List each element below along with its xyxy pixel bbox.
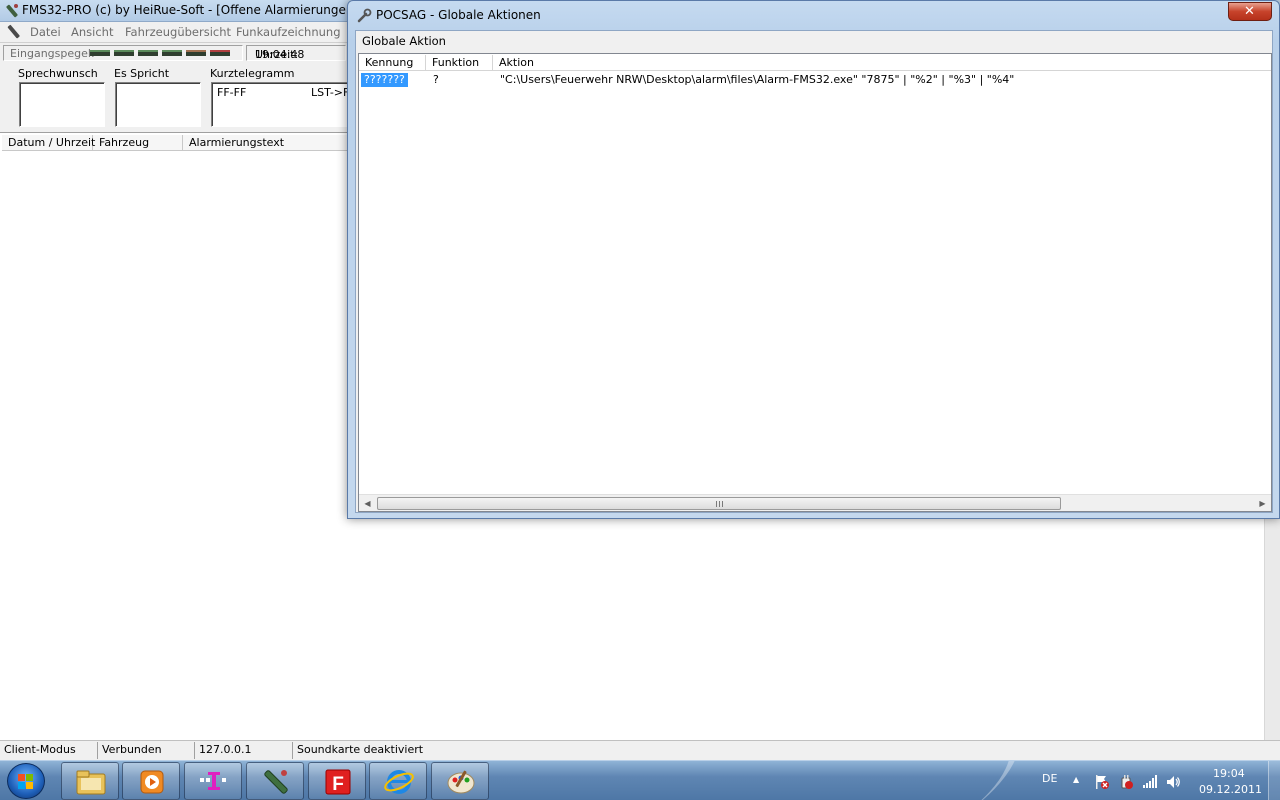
windows-logo-icon: [18, 774, 33, 789]
status-soundcard: Soundkarte deaktiviert: [297, 743, 424, 756]
level-bar: [114, 50, 134, 56]
globale-aktionen-dialog: POCSAG - Globale Aktionen ✕ Globale Akti…: [347, 0, 1280, 519]
status-bar: Client-Modus Verbunden 127.0.0.1 Soundka…: [0, 740, 1280, 760]
cell-kennung[interactable]: ???????: [361, 73, 408, 87]
taskbar-paint[interactable]: [431, 762, 489, 800]
paint-icon: [447, 770, 475, 794]
column-kennung[interactable]: Kennung: [359, 55, 426, 71]
volume-icon[interactable]: [1165, 774, 1181, 790]
kurztelegramm-value: FF-FF: [217, 86, 247, 99]
dialog-title: POCSAG - Globale Aktionen: [376, 8, 541, 22]
menu-fahrzeuguebersicht[interactable]: Fahrzeugübersicht: [125, 25, 231, 39]
taskbar-network-app[interactable]: [184, 762, 242, 800]
menu-funkaufzeichnung[interactable]: Funkaufzeichnung: [236, 25, 341, 39]
sprechwunsch-box[interactable]: [19, 82, 105, 127]
level-bar: [138, 50, 158, 56]
tray-time[interactable]: 19:04: [1213, 767, 1245, 780]
sprechwunsch-label: Sprechwunsch: [18, 67, 98, 80]
status-ip: 127.0.0.1: [195, 742, 293, 759]
network-signal-icon[interactable]: [1142, 774, 1158, 790]
close-icon: ✕: [1244, 4, 1255, 19]
cell-aktion: "C:\Users\Feuerwehr NRW\Desktop\alarm\fi…: [500, 73, 1015, 86]
level-bar: [210, 50, 230, 56]
scrollbar-thumb[interactable]: [377, 497, 1061, 510]
main-window-title: FMS32-PRO (c) by HeiRue-Soft - [Offene A…: [22, 3, 359, 17]
taskbar-fms32[interactable]: [246, 762, 304, 800]
kurztelegramm-value-2: LST->F: [311, 86, 350, 99]
scroll-right-icon[interactable]: ▶: [1254, 496, 1271, 511]
status-connection: Verbunden: [98, 742, 195, 759]
internet-explorer-icon: [384, 770, 414, 794]
column-aktion[interactable]: Aktion: [493, 55, 1271, 71]
actions-list-header: Kennung Funktion Aktion: [359, 55, 1271, 71]
level-bar: [90, 50, 110, 56]
eingangspegel-label: Eingangspegel:: [10, 47, 95, 60]
level-bar: [186, 50, 206, 56]
start-button[interactable]: [7, 763, 45, 799]
groupbox-title: Globale Aktion: [362, 34, 446, 48]
tray-expand-icon[interactable]: ▲: [1073, 775, 1079, 784]
menu-datei[interactable]: Datei: [30, 25, 61, 39]
level-bar: [162, 50, 182, 56]
cell-funktion: ?: [433, 73, 439, 86]
document-icon: [7, 24, 20, 39]
language-indicator[interactable]: DE: [1042, 772, 1057, 785]
es-spricht-label: Es Spricht: [114, 67, 170, 80]
menu-ansicht[interactable]: Ansicht: [71, 25, 113, 39]
dialog-client-area: Globale Aktion Kennung Funktion Aktion ?…: [355, 30, 1273, 513]
media-player-icon: [140, 770, 164, 794]
taskbar-foxit[interactable]: F: [308, 762, 366, 800]
column-funktion[interactable]: Funktion: [426, 55, 493, 71]
action-center-flag-icon[interactable]: [1094, 774, 1110, 790]
power-icon[interactable]: [1118, 774, 1134, 790]
taskbar-internet-explorer[interactable]: [369, 762, 427, 800]
es-spricht-box[interactable]: [115, 82, 201, 127]
status-mode: Client-Modus: [0, 742, 98, 759]
column-fahrzeug[interactable]: Fahrzeug: [93, 135, 183, 151]
folder-icon: [76, 770, 106, 795]
tray-date[interactable]: 09.12.2011: [1199, 783, 1262, 796]
taskbar-explorer[interactable]: [61, 762, 119, 800]
actions-list[interactable]: Kennung Funktion Aktion ??????? ? "C:\Us…: [358, 53, 1272, 512]
taskbar: F DE ▲ 19:04 09.12.2011: [0, 760, 1280, 800]
fms32-icon: [264, 770, 288, 794]
horizontal-scrollbar[interactable]: ◀ ▶: [359, 494, 1271, 511]
foxit-letter: F: [332, 774, 344, 795]
taskbar-media-player[interactable]: [122, 762, 180, 800]
column-alarmierungstext[interactable]: Alarmierungstext: [183, 135, 353, 151]
foxit-icon: F: [325, 769, 351, 795]
network-app-icon: [200, 772, 226, 790]
column-datum-uhrzeit[interactable]: Datum / Uhrzeit: [2, 135, 95, 151]
clock-display: Uhrzeit: 19:04:48: [246, 45, 346, 61]
grip-icon: [716, 501, 724, 507]
clock-value: 19:04:48: [255, 48, 305, 61]
close-button[interactable]: ✕: [1228, 2, 1272, 21]
kurztelegramm-box[interactable]: FF-FF LST->F: [211, 82, 351, 127]
eingangspegel-meter: Eingangspegel:: [3, 45, 243, 61]
scroll-left-icon[interactable]: ◀: [359, 496, 376, 511]
fms32-app-icon: [6, 4, 18, 18]
kurztelegramm-label: Kurztelegramm: [210, 67, 295, 80]
show-desktop-button[interactable]: [1268, 761, 1280, 800]
wrench-icon: [357, 8, 372, 23]
